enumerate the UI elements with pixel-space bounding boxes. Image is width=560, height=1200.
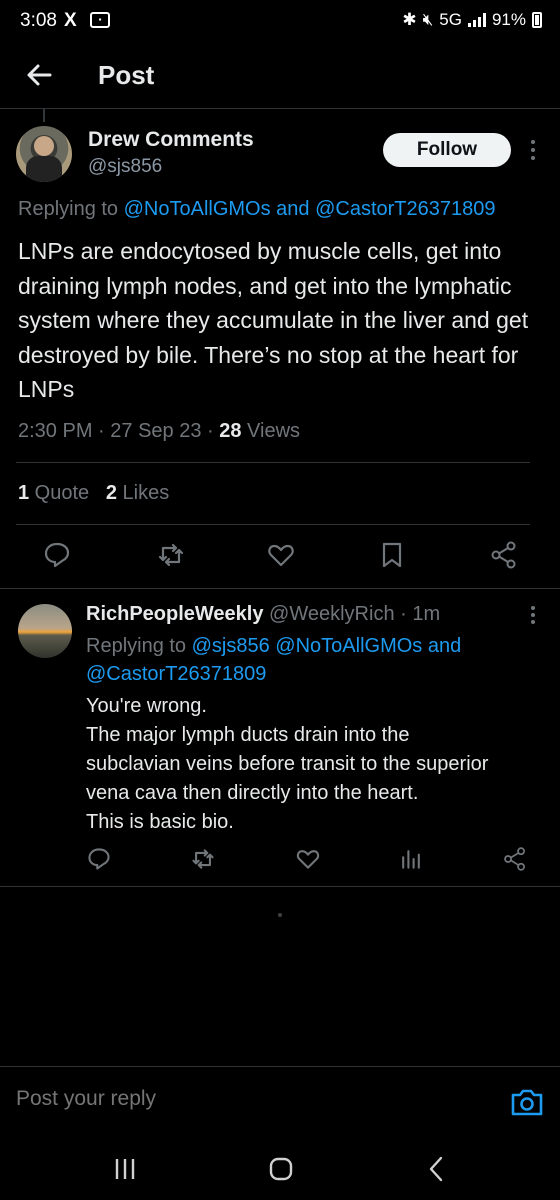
reply-actions: [0, 846, 560, 874]
bookmark-icon[interactable]: [377, 540, 407, 570]
back-nav-icon[interactable]: [420, 1154, 454, 1184]
network-type: 5G: [439, 10, 462, 29]
status-time: 3:08: [20, 10, 57, 31]
post-text: LNPs are endocytosed by muscle cells, ge…: [18, 238, 529, 402]
reply-input[interactable]: [16, 1087, 476, 1111]
reply-avatar[interactable]: [18, 604, 72, 658]
more-options-icon[interactable]: [526, 138, 540, 162]
status-right: ✱ 🔇︎ 5G 91%: [402, 10, 542, 30]
analytics-icon[interactable]: [398, 846, 424, 872]
repost-icon[interactable]: [156, 540, 186, 570]
reply-age: 1m: [412, 603, 441, 625]
reply-text-line: The major lymph ducts drain into the: [86, 724, 410, 746]
reply-header: RichPeopleWeekly @WeeklyRich · 1m: [86, 603, 441, 625]
notification-icon: ▪: [90, 12, 110, 28]
author-name[interactable]: Drew Comments: [88, 128, 254, 152]
signal-icon: [467, 13, 486, 27]
post-divider: [0, 588, 560, 589]
home-icon[interactable]: [264, 1154, 298, 1184]
reply-text: You're wrong. The major lymph ducts drai…: [86, 692, 546, 837]
stats-divider: [16, 524, 530, 525]
meta-divider: [16, 462, 530, 463]
reply-text-line: This is basic bio.: [86, 811, 234, 833]
repost-icon[interactable]: [190, 846, 216, 872]
post-date: 27 Sep 23: [110, 420, 202, 442]
post-meta: 2:30 PM · 27 Sep 23 · 28 Views: [18, 420, 301, 442]
reply-author-handle[interactable]: @WeeklyRich: [269, 603, 395, 625]
recent-apps-icon[interactable]: [108, 1154, 142, 1184]
quotes-stat[interactable]: 1 Quote: [18, 482, 89, 504]
reply-text-line: subclavian veins before transit to the s…: [86, 753, 489, 775]
reply-replying-to: Replying to @sjs856 @NoToAllGMOs and @Ca…: [86, 635, 462, 685]
loading-indicator: [278, 913, 282, 917]
mute-icon: 🔇︎: [422, 10, 434, 29]
page-title: Post: [98, 60, 155, 90]
status-bar: 3:08 X ▪ ✱ 🔇︎ 5G 91%: [0, 0, 560, 44]
avatar[interactable]: [16, 126, 72, 182]
battery-percent: 91%: [491, 10, 526, 29]
reply-composer: [0, 1066, 560, 1138]
post-time: 2:30 PM: [18, 420, 93, 442]
like-icon[interactable]: [266, 540, 296, 570]
reply-author-name[interactable]: RichPeopleWeekly: [86, 603, 263, 625]
share-icon[interactable]: [489, 540, 519, 570]
reply-icon[interactable]: [42, 540, 72, 570]
mention-links[interactable]: @NoToAllGMOs and @CastorT26371809: [124, 198, 496, 220]
reply-more-icon[interactable]: [526, 604, 540, 626]
reply-icon[interactable]: [86, 846, 112, 872]
views-count: 28: [219, 420, 242, 442]
reply-divider: [0, 886, 560, 887]
reply-text-line: vena cava then directly into the heart.: [86, 782, 419, 804]
battery-icon: [532, 12, 542, 28]
share-icon[interactable]: [502, 846, 528, 872]
likes-stat[interactable]: 2 Likes: [106, 482, 169, 504]
replying-to: Replying to @NoToAllGMOs and @CastorT263…: [18, 198, 496, 220]
camera-icon[interactable]: [510, 1087, 544, 1117]
follow-button[interactable]: Follow: [383, 133, 511, 167]
back-arrow-icon[interactable]: [22, 58, 56, 92]
post-stats: 1 Quote 2 Likes: [18, 482, 169, 505]
post-actions: [0, 540, 560, 572]
thread-line: [43, 108, 45, 122]
like-icon[interactable]: [295, 846, 321, 872]
top-bar: Post: [0, 44, 560, 108]
x-logo-icon: X: [64, 10, 77, 31]
bluetooth-icon: ✱: [402, 10, 417, 29]
header-divider: [0, 108, 560, 109]
reply-text-line: You're wrong.: [86, 695, 207, 717]
author-handle[interactable]: @sjs856: [88, 156, 162, 178]
system-nav-bar: [0, 1140, 560, 1200]
